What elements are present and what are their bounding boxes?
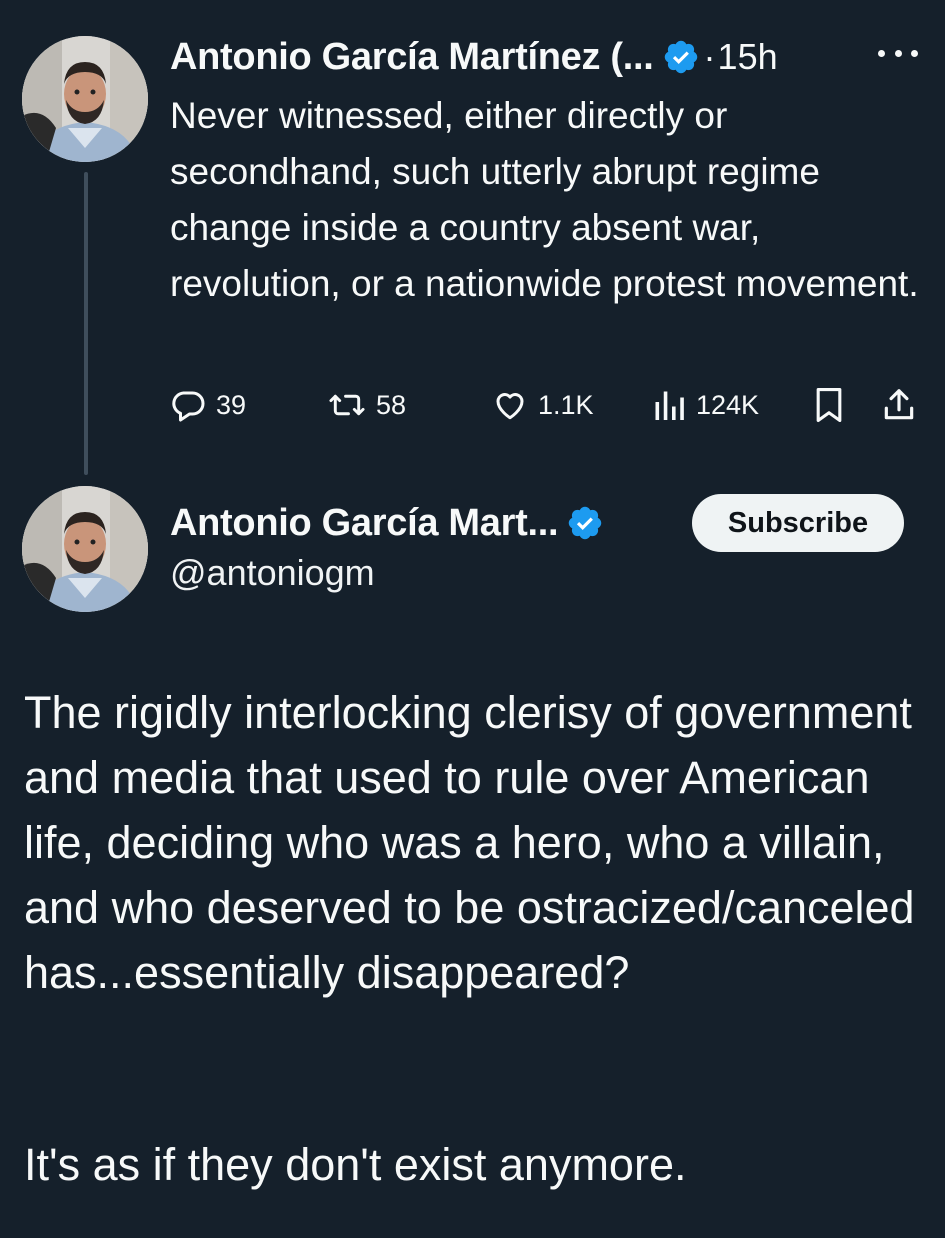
post-separator-dot: · — [703, 36, 716, 77]
repost-arrows-icon — [328, 387, 366, 423]
tweet2-header: Antonio García Mart... — [170, 496, 604, 550]
bar-chart-icon — [652, 387, 686, 423]
heart-icon — [492, 387, 528, 423]
tweet-thread-view: Antonio García Martínez (... · 15h Never… — [0, 0, 945, 1238]
views-count: 124K — [696, 389, 760, 420]
post-timestamp[interactable]: 15h — [718, 36, 778, 78]
verified-badge-icon[interactable] — [566, 504, 604, 542]
author-avatar[interactable] — [22, 486, 148, 612]
tweet1-action-bar: 39 58 1.1K 124K — [0, 383, 945, 427]
reply-count: 39 — [216, 389, 247, 420]
views-button[interactable]: 124K — [652, 383, 759, 427]
avatar-photo — [22, 36, 148, 162]
repost-button[interactable]: 58 — [328, 383, 406, 427]
subscribe-button[interactable]: Subscribe — [692, 494, 904, 552]
verified-badge-icon[interactable] — [662, 38, 700, 76]
bookmark-button[interactable] — [812, 383, 846, 427]
tweet2-text-paragraph-1: The rigidly interlocking clerisy of gove… — [24, 687, 915, 998]
like-button[interactable]: 1.1K — [492, 383, 594, 427]
avatar-photo — [22, 486, 148, 612]
author-name[interactable]: Antonio García Mart... — [170, 502, 559, 545]
author-name[interactable]: Antonio García Martínez (... — [170, 36, 654, 79]
like-count: 1.1K — [538, 389, 594, 420]
tweet2-text-paragraph-2: It's as if they don't exist anymore. — [24, 1139, 687, 1190]
share-button[interactable] — [880, 383, 918, 427]
author-handle[interactable]: @antoniogm — [170, 552, 375, 594]
thread-connector-line — [84, 172, 88, 475]
tweet1-text: Never witnessed, either directly or seco… — [170, 95, 919, 304]
reply-bubble-icon — [170, 387, 206, 423]
repost-count: 58 — [376, 389, 407, 420]
more-horizontal-icon[interactable] — [878, 38, 918, 68]
reply-button[interactable]: 39 — [170, 383, 246, 427]
tweet1-header: Antonio García Martínez (... · 15h — [170, 32, 778, 82]
author-avatar[interactable] — [22, 36, 148, 162]
bookmark-icon — [812, 386, 846, 424]
share-upload-icon — [880, 386, 918, 424]
